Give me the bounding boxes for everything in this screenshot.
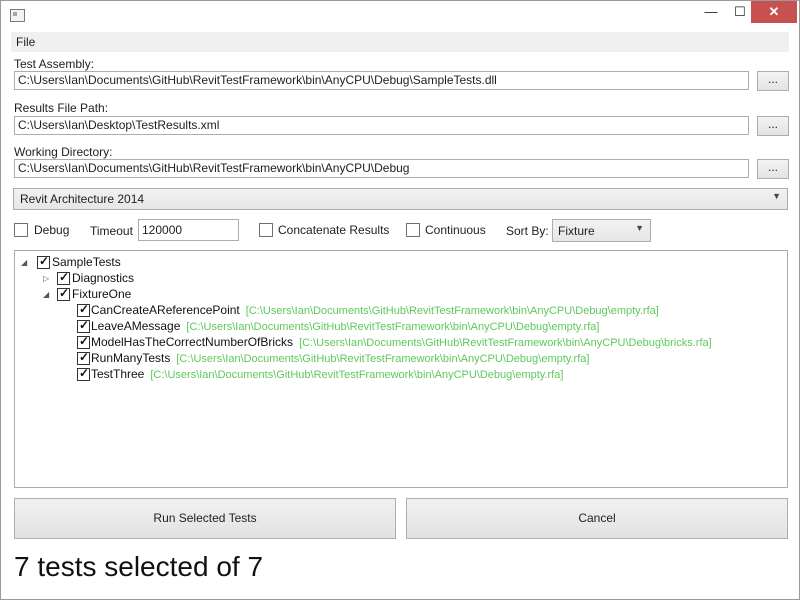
timeout-input[interactable]: 120000 bbox=[138, 219, 239, 241]
test-item: CanCreateAReferencePoint [C:\Users\Ian\Do… bbox=[91, 303, 659, 317]
test-name: RunManyTests bbox=[91, 351, 171, 365]
concatenate-results-label: Concatenate Results bbox=[278, 223, 390, 237]
debug-label: Debug bbox=[34, 223, 70, 237]
test-name: CanCreateAReferencePoint bbox=[91, 303, 240, 317]
results-file-label: Results File Path: bbox=[14, 101, 109, 115]
debug-checkbox[interactable] bbox=[14, 223, 28, 237]
tree-checkbox[interactable] bbox=[77, 350, 90, 365]
test-name: LeaveAMessage bbox=[91, 319, 181, 333]
test-file-path: [C:\Users\Ian\Documents\GitHub\RevitTest… bbox=[299, 337, 712, 349]
test-assembly-label: Test Assembly: bbox=[14, 57, 95, 71]
tree-checkbox[interactable] bbox=[77, 334, 90, 349]
collapsed-arrow-icon[interactable]: ▷ bbox=[43, 274, 49, 283]
tree-checkbox[interactable] bbox=[77, 302, 90, 317]
cancel-button[interactable]: Cancel bbox=[406, 498, 788, 539]
test-file-path: [C:\Users\Ian\Documents\GitHub\RevitTest… bbox=[176, 353, 590, 365]
test-file-path: [C:\Users\Ian\Documents\GitHub\RevitTest… bbox=[150, 369, 564, 381]
working-directory-label: Working Directory: bbox=[14, 145, 113, 159]
test-item: ModelHasTheCorrectNumberOfBricks [C:\User… bbox=[91, 335, 712, 349]
title-bar: — ☐ ✕ bbox=[1, 1, 799, 31]
menu-file[interactable]: File bbox=[16, 35, 35, 49]
working-directory-browse-button[interactable]: ... bbox=[757, 159, 789, 179]
test-item: TestThree [C:\Users\Ian\Documents\GitHub\… bbox=[91, 367, 563, 381]
test-item: LeaveAMessage [C:\Users\Ian\Documents\Git… bbox=[91, 319, 599, 333]
test-item: RunManyTests [C:\Users\Ian\Documents\GitH… bbox=[91, 351, 589, 365]
continuous-checkbox[interactable] bbox=[406, 223, 420, 237]
chevron-down-icon: ▼ bbox=[772, 191, 781, 201]
close-button[interactable]: ✕ bbox=[751, 1, 797, 23]
expanded-arrow-icon[interactable]: ◢ bbox=[21, 258, 27, 267]
main-window: — ☐ ✕ File Test Assembly: C:\Users\Ian\D… bbox=[0, 0, 800, 600]
chevron-down-icon: ▼ bbox=[635, 223, 644, 233]
results-file-input[interactable]: C:\Users\Ian\Desktop\TestResults.xml bbox=[14, 116, 749, 135]
test-assembly-browse-button[interactable]: ... bbox=[757, 71, 789, 91]
test-name: TestThree bbox=[91, 367, 145, 381]
tree-checkbox[interactable] bbox=[57, 270, 70, 285]
tree-checkbox[interactable] bbox=[77, 366, 90, 381]
app-window-icon bbox=[10, 9, 25, 22]
menu-bar: File bbox=[11, 32, 789, 52]
test-file-path: [C:\Users\Ian\Documents\GitHub\RevitTest… bbox=[245, 305, 659, 317]
tree-node-label: FixtureOne bbox=[72, 287, 132, 301]
test-tree[interactable]: ◢ SampleTests ▷ Diagnostics ◢ FixtureOne… bbox=[14, 250, 788, 488]
timeout-label: Timeout bbox=[90, 224, 133, 238]
test-name: ModelHasTheCorrectNumberOfBricks bbox=[91, 335, 294, 349]
results-file-browse-button[interactable]: ... bbox=[757, 116, 789, 136]
concatenate-results-checkbox[interactable] bbox=[259, 223, 273, 237]
tree-checkbox[interactable] bbox=[37, 254, 50, 269]
continuous-label: Continuous bbox=[425, 223, 486, 237]
working-directory-input[interactable]: C:\Users\Ian\Documents\GitHub\RevitTestF… bbox=[14, 159, 749, 178]
sort-by-value: Fixture bbox=[558, 224, 595, 238]
expanded-arrow-icon[interactable]: ◢ bbox=[43, 290, 49, 299]
test-assembly-input[interactable]: C:\Users\Ian\Documents\GitHub\RevitTestF… bbox=[14, 71, 749, 90]
tree-node-label: SampleTests bbox=[52, 255, 121, 269]
selection-status: 7 tests selected of 7 bbox=[14, 551, 264, 582]
revit-version-value: Revit Architecture 2014 bbox=[20, 192, 145, 206]
tree-checkbox[interactable] bbox=[57, 286, 70, 301]
run-selected-tests-button[interactable]: Run Selected Tests bbox=[14, 498, 396, 539]
sort-by-select[interactable]: Fixture ▼ bbox=[552, 219, 651, 242]
tree-node-label: Diagnostics bbox=[72, 271, 135, 285]
sort-by-label: Sort By: bbox=[506, 224, 549, 238]
test-file-path: [C:\Users\Ian\Documents\GitHub\RevitTest… bbox=[186, 321, 600, 333]
tree-checkbox[interactable] bbox=[77, 318, 90, 333]
revit-version-select[interactable]: Revit Architecture 2014 ▼ bbox=[13, 188, 788, 210]
